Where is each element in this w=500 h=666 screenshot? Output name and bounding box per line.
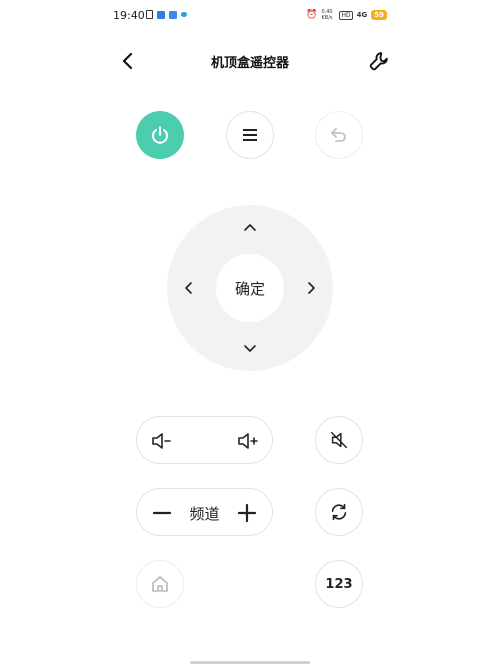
- numpad-button[interactable]: 123: [315, 560, 363, 608]
- network-label: 4G: [356, 11, 368, 19]
- dpad-down-button[interactable]: [240, 339, 260, 359]
- direction-pad: 确定: [167, 205, 333, 371]
- alarm-icon: ⏰: [306, 10, 318, 20]
- settings-button[interactable]: [368, 50, 390, 72]
- volume-control: [136, 416, 273, 464]
- channel-up-button[interactable]: [236, 502, 258, 524]
- menu-icon: [243, 129, 257, 141]
- ok-button[interactable]: 确定: [216, 254, 284, 322]
- home-button[interactable]: [136, 560, 184, 608]
- chevron-right-icon: [308, 282, 315, 294]
- power-button[interactable]: [136, 111, 184, 159]
- hd-icon: HD: [339, 10, 353, 20]
- app-notification-icon: [157, 10, 165, 19]
- power-icon: [152, 126, 168, 144]
- home-indicator[interactable]: [190, 661, 310, 664]
- refresh-icon: [331, 503, 347, 521]
- ok-label: 确定: [234, 279, 265, 298]
- menu-button[interactable]: [226, 111, 274, 159]
- battery-saver-icon: [146, 10, 153, 19]
- dpad-right-button[interactable]: [301, 278, 321, 298]
- dpad-left-button[interactable]: [179, 278, 199, 298]
- plus-icon: [237, 503, 257, 523]
- mute-button[interactable]: [315, 416, 363, 464]
- battery-indicator: 59: [371, 10, 387, 20]
- net-speed: 0.40 KB/s: [321, 9, 333, 21]
- app-header: 机顶盒遥控器: [108, 46, 392, 76]
- page-title: 机顶盒遥控器: [210, 56, 289, 71]
- chevron-left-icon: [185, 282, 192, 294]
- volume-up-button[interactable]: [236, 429, 260, 453]
- dpad-up-button[interactable]: [240, 217, 260, 237]
- volume-down-icon: [152, 433, 171, 449]
- channel-control: 频道: [136, 488, 273, 536]
- numpad-label: 123: [325, 576, 353, 592]
- wrench-icon: [369, 52, 388, 71]
- status-time: 19:40: [113, 9, 145, 22]
- status-bar: 19:40 ⏰ 0.40 KB/s HD 4G 59: [0, 0, 500, 34]
- mute-icon: [330, 431, 348, 449]
- volume-down-button[interactable]: [149, 429, 173, 453]
- system-status: ⏰ 0.40 KB/s HD 4G 59: [306, 9, 387, 21]
- notification-icons: [146, 10, 187, 19]
- app-notification-icon-3: [181, 12, 187, 17]
- return-button[interactable]: [315, 111, 363, 159]
- undo-icon: [331, 128, 346, 142]
- chevron-up-icon: [244, 224, 256, 231]
- refresh-button[interactable]: [315, 488, 363, 536]
- chevron-down-icon: [244, 345, 256, 352]
- home-icon: [152, 576, 168, 592]
- app-notification-icon-2: [169, 10, 177, 19]
- volume-up-icon: [238, 433, 258, 449]
